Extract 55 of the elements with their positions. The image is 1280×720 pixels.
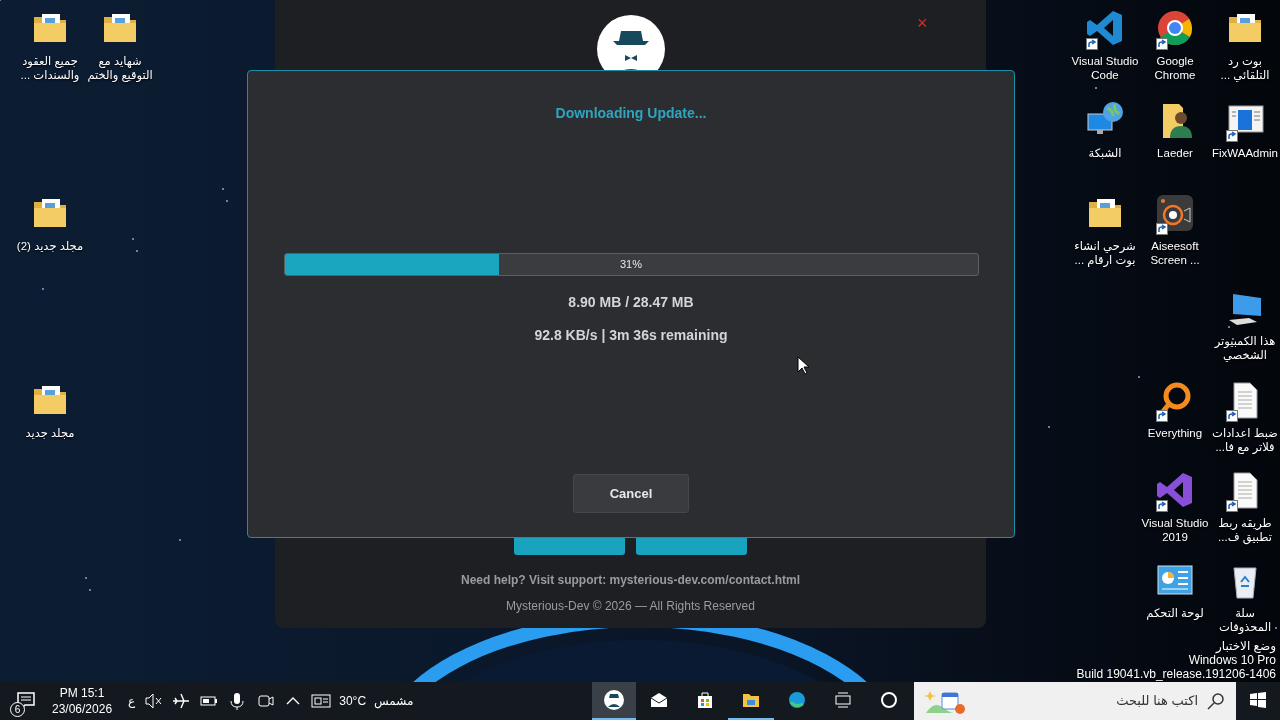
download-size: 8.90 MB / 28.47 MB [568, 293, 694, 312]
icon-label[interactable]: بوت رد التلقائي ... [1210, 54, 1280, 82]
copyright-text: Mysterious-Dev © 2026 — All Rights Reserved [505, 598, 756, 615]
icon-label[interactable]: شهايد مع التوقيع والختم [85, 54, 155, 82]
icon-label[interactable]: الشبكة [1070, 146, 1140, 160]
icon-label[interactable]: Aiseesoft Screen ... [1140, 239, 1210, 267]
windows-logo-icon [1248, 690, 1268, 710]
notification-count: 6 [10, 702, 25, 717]
mouse-pointer-icon [797, 356, 809, 375]
watermark-text: Build 19041.vb_release.191206-1406 [1076, 667, 1276, 681]
icon-label[interactable]: Google Chrome [1140, 54, 1210, 82]
browser-icon [787, 690, 807, 710]
circle-icon [879, 690, 899, 710]
code-editor-icon[interactable] [1085, 8, 1125, 48]
browser-icon[interactable] [1155, 8, 1195, 48]
airplane-icon[interactable] [171, 691, 192, 711]
envelope-icon [649, 690, 669, 710]
icon-label[interactable]: Laeder [1140, 146, 1210, 160]
shopping-bag-icon [695, 690, 715, 710]
icon-label[interactable]: Visual Studio 2019 [1140, 516, 1210, 544]
icon-label[interactable]: FixWAAdmin [1210, 146, 1280, 160]
visual-studio-icon[interactable] [1155, 470, 1195, 510]
watermark-text: وضع الاختبار [1214, 639, 1276, 653]
icon-label[interactable]: لوحة التحكم [1140, 606, 1210, 620]
weather-temperature[interactable]: 30°C [339, 692, 367, 710]
icon-label[interactable]: سلة المحذوفات [1210, 606, 1280, 634]
cancel-button[interactable]: Cancel [573, 474, 689, 513]
close-button[interactable]: × [915, 12, 930, 34]
icon-label[interactable]: جميع العقود والسندات ... [15, 54, 85, 82]
task-view-icon [833, 690, 853, 710]
taskbar-app-button[interactable] [592, 682, 636, 720]
volume-muted-icon[interactable] [143, 691, 164, 711]
dialog-title: Downloading Update... [555, 104, 707, 123]
icon-label[interactable]: طريقه ربط تطبيق ف... [1210, 516, 1280, 544]
watermark-text: Windows 10 Pro [1187, 653, 1276, 667]
weather-text[interactable]: مشمس [374, 692, 414, 710]
icon-label[interactable]: Everything [1140, 426, 1210, 440]
help-text: Need help? Visit support: mysterious-dev.com/contact.html [460, 572, 801, 589]
icon-label[interactable]: مجلد جديد [15, 426, 85, 440]
recorder-icon[interactable] [1155, 193, 1195, 233]
language-indicator[interactable]: ع [128, 692, 136, 710]
search-icon [1206, 691, 1226, 711]
search-placeholder: اكتب هنا للبحث [1116, 692, 1198, 711]
icon-label[interactable]: شرحي انشاء بوت ارقام ... [1070, 239, 1140, 267]
progress-percent: 31% [620, 257, 642, 272]
news-icon[interactable] [311, 691, 332, 711]
icon-label[interactable]: مجلد جديد (2) [15, 239, 85, 253]
icon-label[interactable]: ضبط اعدادات فلاتر مع فا... [1210, 426, 1280, 454]
search-field[interactable]: اكتب هنا للبحث [914, 682, 1236, 720]
logo-icon [604, 690, 624, 710]
clock-date[interactable]: 23/06/2026 [52, 701, 113, 717]
icon-label[interactable]: هذا الكمبيوتر الشخصي [1210, 334, 1280, 362]
clock-time[interactable]: PM 15:1 [52, 685, 113, 701]
download-speed: 92.8 KB/s | 3m 36s remaining [534, 326, 728, 345]
icon-label[interactable]: Visual Studio Code [1070, 54, 1140, 82]
